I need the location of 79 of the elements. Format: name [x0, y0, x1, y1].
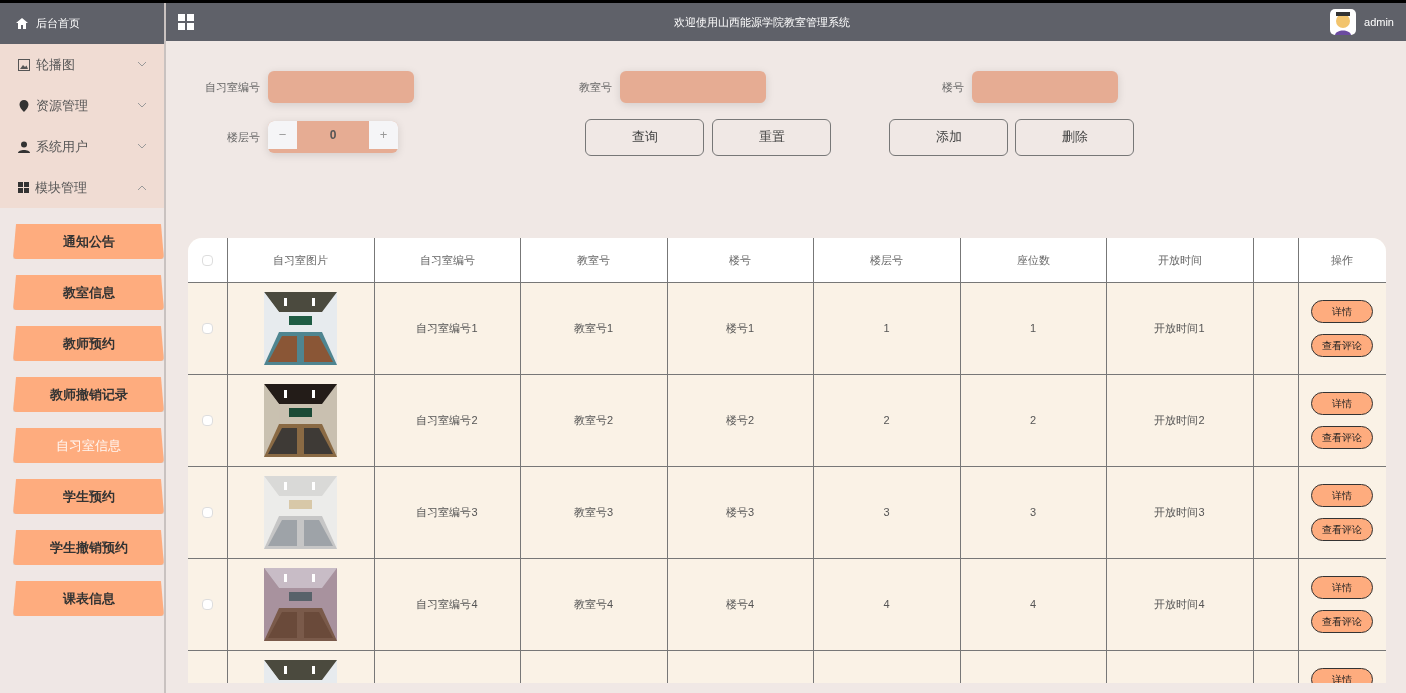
table-cell: 3 — [883, 505, 890, 518]
row-action-button[interactable]: 查看评论 — [1311, 517, 1374, 541]
table-cell: 教室号1 — [573, 321, 614, 334]
nav-item[interactable]: 课表信息 — [13, 581, 164, 616]
table-cell: 楼号1 — [725, 321, 755, 334]
field-label: 楼号 — [941, 79, 965, 95]
menu-item[interactable]: 资源管理 — [0, 85, 164, 126]
input-field[interactable] — [972, 71, 1118, 103]
row-action-button[interactable]: 详情 — [1311, 483, 1374, 507]
checkbox[interactable] — [201, 323, 213, 335]
nav-item[interactable]: 通知公告 — [13, 224, 164, 259]
home-link[interactable]: 后台首页 — [36, 15, 80, 32]
pin-icon — [18, 99, 30, 112]
table-cell: 开放时间4 — [1154, 597, 1205, 610]
stepper-value: 0 — [328, 127, 338, 144]
username: admin — [1364, 14, 1394, 30]
table-cell: 开放时间1 — [1154, 321, 1205, 334]
table-cell: 2 — [1029, 413, 1037, 426]
avatar-icon[interactable] — [1330, 9, 1357, 35]
action-button[interactable]: 添加 — [889, 118, 1008, 156]
table-cell: 楼号3 — [725, 505, 755, 518]
table-cell: 楼号4 — [725, 597, 755, 610]
menu-item[interactable]: 模块管理 — [0, 167, 164, 208]
table-cell: 4 — [1029, 597, 1037, 610]
row-action-button[interactable]: 查看评论 — [1311, 333, 1374, 357]
nav-item[interactable]: 学生预约 — [13, 479, 164, 514]
column-header: 教室号 — [577, 253, 610, 266]
page-title: 欢迎使用山西能源学院教室管理系统 — [673, 14, 851, 30]
nav-item[interactable]: 教师预约 — [13, 326, 164, 361]
checkbox[interactable] — [201, 507, 213, 519]
table-cell: 自习室编号2 — [416, 413, 478, 426]
column-header: 座位数 — [1016, 253, 1050, 266]
row-action-button[interactable]: 查看评论 — [1311, 609, 1374, 633]
nav-item[interactable]: 教师撤销记录 — [13, 377, 164, 412]
row-action-button[interactable]: 详情 — [1311, 299, 1374, 323]
table-cell: 教室号4 — [573, 597, 614, 610]
row-action-button[interactable]: 详情 — [1311, 667, 1374, 683]
table-cell: 自习室编号1 — [416, 321, 478, 334]
table-cell: 教室号2 — [573, 413, 614, 426]
column-header: 楼号 — [729, 253, 751, 266]
table-cell: 开放时间2 — [1154, 413, 1205, 426]
home-icon — [16, 18, 28, 29]
row-action-button[interactable]: 详情 — [1311, 575, 1374, 599]
user-icon — [18, 140, 30, 153]
column-header: 楼层号 — [870, 253, 903, 266]
nav-item[interactable]: 教室信息 — [13, 275, 164, 310]
grid-icon[interactable] — [178, 14, 194, 30]
grid-icon — [18, 182, 29, 193]
nav-item[interactable]: 学生撤销预约 — [13, 530, 164, 565]
field-label: 教室号 — [578, 79, 613, 95]
table-cell: 1 — [883, 321, 890, 334]
table-cell: 3 — [1029, 505, 1037, 518]
column-header: 自习室图片 — [273, 253, 328, 266]
image-icon — [18, 58, 30, 71]
checkbox[interactable] — [201, 599, 213, 611]
action-button[interactable]: 删除 — [1015, 118, 1134, 156]
table-cell: 4 — [883, 597, 890, 610]
field-label: 自习室编号 — [204, 79, 261, 95]
column-header: 自习室编号 — [419, 253, 475, 266]
table-cell: 1 — [1029, 321, 1037, 334]
row-action-button[interactable]: 详情 — [1311, 391, 1374, 415]
table-cell: 2 — [883, 413, 890, 426]
column-header: 操作 — [1331, 253, 1354, 266]
table-cell: 自习室编号3 — [416, 505, 478, 518]
row-action-button[interactable]: 查看评论 — [1311, 425, 1374, 449]
input-field[interactable] — [620, 71, 766, 103]
column-header: 开放时间 — [1157, 253, 1202, 266]
table-cell: 教室号3 — [573, 505, 614, 518]
menu-item[interactable]: 轮播图 — [0, 44, 164, 85]
action-button[interactable]: 查询 — [585, 118, 704, 156]
input-field[interactable] — [268, 71, 414, 103]
field-label: 楼层号 — [226, 129, 261, 145]
checkbox[interactable] — [201, 255, 213, 267]
action-button[interactable]: 重置 — [712, 118, 831, 156]
table-cell: 楼号2 — [725, 413, 755, 426]
checkbox[interactable] — [201, 415, 213, 427]
table-cell: 自习室编号4 — [416, 597, 478, 610]
menu-item[interactable]: 系统用户 — [0, 126, 164, 167]
table-cell: 开放时间3 — [1154, 505, 1205, 518]
